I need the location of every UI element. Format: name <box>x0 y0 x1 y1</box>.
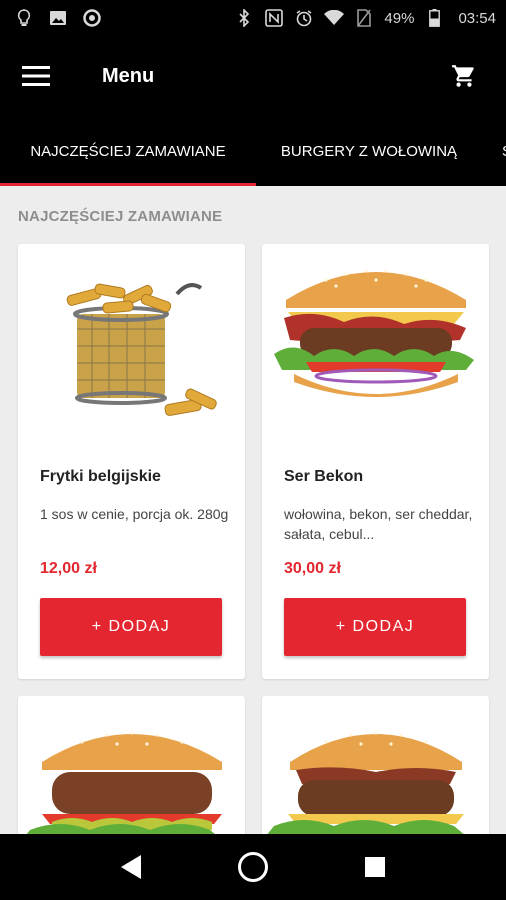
system-nav-bar <box>0 834 506 900</box>
page-title: Menu <box>102 64 155 87</box>
battery-percent: 49% <box>384 9 415 27</box>
product-card[interactable]: Ser Bekon wołowina, bekon, ser cheddar, … <box>262 244 489 679</box>
clock: 03:54 <box>458 9 496 27</box>
hamburger-icon[interactable] <box>22 51 72 101</box>
add-button[interactable]: + DODAJ <box>40 598 222 656</box>
product-card[interactable] <box>262 696 489 834</box>
cart-icon[interactable] <box>448 60 480 92</box>
tab-label: S <box>502 143 506 160</box>
product-name: Ser Bekon <box>284 468 364 485</box>
category-tabs: NAJCZĘŚCIEJ ZAMAWIANE BURGERY Z WOŁOWINĄ… <box>0 116 506 186</box>
burger-image <box>262 244 489 434</box>
home-icon[interactable] <box>228 842 278 892</box>
product-price: 30,00 zł <box>284 560 341 577</box>
nfc-icon <box>264 8 284 28</box>
tab-label: NAJCZĘŚCIEJ ZAMAWIANE <box>30 142 226 160</box>
fries-image <box>18 244 245 434</box>
wifi-icon <box>324 8 345 28</box>
tab-next[interactable]: S <box>482 116 506 186</box>
product-description: wołowina, bekon, ser cheddar, sałata, ce… <box>284 506 473 542</box>
circle-icon <box>82 8 102 28</box>
bluetooth-icon <box>234 8 254 28</box>
product-description: 1 sos w cenie, porcja ok. 280g <box>40 506 229 522</box>
tab-label: BURGERY Z WOŁOWINĄ <box>280 142 458 160</box>
status-bar: 49% 03:54 <box>0 0 506 36</box>
tab-most-ordered[interactable]: NAJCZĘŚCIEJ ZAMAWIANE <box>0 116 256 186</box>
image-icon <box>48 8 68 28</box>
add-button[interactable]: + DODAJ <box>284 598 466 656</box>
alarm-icon <box>294 8 314 28</box>
product-name: Frytki belgijskie <box>40 468 161 485</box>
product-card[interactable] <box>18 696 245 834</box>
product-card[interactable]: Frytki belgijskie 1 sos w cenie, porcja … <box>18 244 245 679</box>
tab-beef-burgers[interactable]: BURGERY Z WOŁOWINĄ <box>256 116 482 186</box>
app-bar: Menu <box>0 36 506 116</box>
no-sim-icon <box>354 8 374 28</box>
menu-list[interactable]: NAJCZĘŚCIEJ ZAMAWIANE Frytki belgijskie … <box>0 186 506 834</box>
recents-icon[interactable] <box>350 842 400 892</box>
back-icon[interactable] <box>106 842 156 892</box>
lightbulb-icon <box>14 8 34 28</box>
section-title: NAJCZĘŚCIEJ ZAMAWIANE <box>18 208 223 225</box>
burger-image <box>18 696 245 834</box>
burger-image <box>262 696 489 834</box>
product-price: 12,00 zł <box>40 560 97 577</box>
battery-icon <box>424 8 444 28</box>
